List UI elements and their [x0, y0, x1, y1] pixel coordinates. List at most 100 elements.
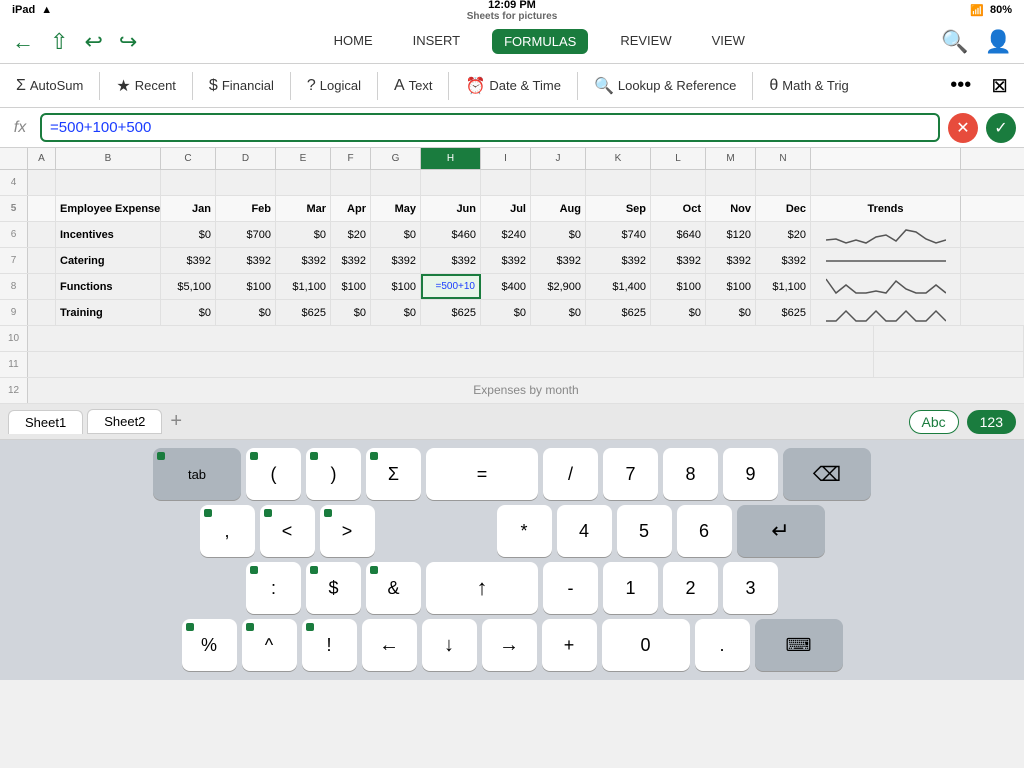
tab-view[interactable]: VIEW: [704, 29, 753, 54]
cell-m4[interactable]: [706, 170, 756, 195]
cell-i4[interactable]: [481, 170, 531, 195]
col-o[interactable]: [811, 148, 961, 169]
col-h[interactable]: H: [421, 148, 481, 169]
cell-l6[interactable]: $640: [651, 222, 706, 247]
cell-i8[interactable]: $400: [481, 274, 531, 299]
period-key[interactable]: .: [695, 619, 750, 671]
slash-key[interactable]: /: [543, 448, 598, 500]
cell-c5[interactable]: Jan: [161, 196, 216, 221]
cell-i5[interactable]: Jul: [481, 196, 531, 221]
cell-trends4[interactable]: [811, 170, 961, 195]
numeric-mode-button[interactable]: 123: [967, 410, 1016, 434]
cell-d7[interactable]: $392: [216, 248, 276, 273]
cell-a6[interactable]: [28, 222, 56, 247]
cell-m6[interactable]: $120: [706, 222, 756, 247]
cell-h9[interactable]: $625: [421, 300, 481, 325]
cell-f9[interactable]: $0: [331, 300, 371, 325]
cell-g7[interactable]: $392: [371, 248, 421, 273]
greater-than-key[interactable]: >: [320, 505, 375, 557]
more-button[interactable]: •••: [942, 70, 979, 101]
return-key[interactable]: ↵: [737, 505, 825, 557]
table-icon[interactable]: ⊠: [983, 69, 1016, 102]
cell-f4[interactable]: [331, 170, 371, 195]
cell-g8[interactable]: $100: [371, 274, 421, 299]
cell-h6[interactable]: $460: [421, 222, 481, 247]
two-key[interactable]: 2: [663, 562, 718, 614]
formula-confirm-button[interactable]: ✓: [986, 113, 1016, 143]
cell-h5[interactable]: Jun: [421, 196, 481, 221]
cell-c9[interactable]: $0: [161, 300, 216, 325]
cell-i6[interactable]: $240: [481, 222, 531, 247]
cell-e9[interactable]: $625: [276, 300, 331, 325]
cell-d5[interactable]: Feb: [216, 196, 276, 221]
cell-n9[interactable]: $625: [756, 300, 811, 325]
cell-c4[interactable]: [161, 170, 216, 195]
cell-e8[interactable]: $1,100: [276, 274, 331, 299]
up-arrow-key[interactable]: ↑: [426, 562, 538, 614]
col-c[interactable]: C: [161, 148, 216, 169]
exclaim-key[interactable]: !: [302, 619, 357, 671]
four-key[interactable]: 4: [557, 505, 612, 557]
close-paren-key[interactable]: ): [306, 448, 361, 500]
cell-c7[interactable]: $392: [161, 248, 216, 273]
upload-icon[interactable]: ⇧: [50, 29, 68, 55]
text-button[interactable]: A Text: [386, 73, 441, 99]
cell-l4[interactable]: [651, 170, 706, 195]
cell-l5[interactable]: Oct: [651, 196, 706, 221]
col-d[interactable]: D: [216, 148, 276, 169]
cell-a7[interactable]: [28, 248, 56, 273]
cell-c6[interactable]: $0: [161, 222, 216, 247]
col-b[interactable]: B: [56, 148, 161, 169]
cell-a9[interactable]: [28, 300, 56, 325]
cell-f5[interactable]: Apr: [331, 196, 371, 221]
cell-g9[interactable]: $0: [371, 300, 421, 325]
cell-d6[interactable]: $700: [216, 222, 276, 247]
cell-b8[interactable]: Functions: [56, 274, 161, 299]
cell-d4[interactable]: [216, 170, 276, 195]
cell-n7[interactable]: $392: [756, 248, 811, 273]
cell-f6[interactable]: $20: [331, 222, 371, 247]
add-sheet-button[interactable]: +: [166, 410, 186, 433]
dollar-key[interactable]: $: [306, 562, 361, 614]
cell-m9[interactable]: $0: [706, 300, 756, 325]
cell-g4[interactable]: [371, 170, 421, 195]
tab-home[interactable]: HOME: [326, 29, 381, 54]
cell-m5[interactable]: Nov: [706, 196, 756, 221]
cell-n6[interactable]: $20: [756, 222, 811, 247]
equals-key[interactable]: =: [426, 448, 538, 500]
autosum-button[interactable]: Σ AutoSum: [8, 73, 91, 99]
tab-insert[interactable]: INSERT: [405, 29, 468, 54]
backspace-key[interactable]: ⌫: [783, 448, 871, 500]
three-key[interactable]: 3: [723, 562, 778, 614]
nine-key[interactable]: 9: [723, 448, 778, 500]
cell-b5[interactable]: Employee Expenses: [56, 196, 161, 221]
cell-g5[interactable]: May: [371, 196, 421, 221]
caret-key[interactable]: ^: [242, 619, 297, 671]
comma-key[interactable]: ,: [200, 505, 255, 557]
recent-button[interactable]: ★ Recent: [108, 72, 184, 100]
math-trig-button[interactable]: θ Math & Trig: [761, 73, 856, 99]
less-than-key[interactable]: <: [260, 505, 315, 557]
cell-f8[interactable]: $100: [331, 274, 371, 299]
cell-f7[interactable]: $392: [331, 248, 371, 273]
left-arrow-key[interactable]: ←: [362, 619, 417, 671]
open-paren-key[interactable]: (: [246, 448, 301, 500]
asterisk-key[interactable]: *: [497, 505, 552, 557]
col-j[interactable]: J: [531, 148, 586, 169]
cell-j7[interactable]: $392: [531, 248, 586, 273]
back-icon[interactable]: ←: [12, 29, 34, 55]
one-key[interactable]: 1: [603, 562, 658, 614]
cell-e6[interactable]: $0: [276, 222, 331, 247]
cell-k9[interactable]: $625: [586, 300, 651, 325]
col-i[interactable]: I: [481, 148, 531, 169]
formula-cancel-button[interactable]: ✕: [948, 113, 978, 143]
col-f[interactable]: F: [331, 148, 371, 169]
plus-key[interactable]: +: [542, 619, 597, 671]
cell-b9[interactable]: Training: [56, 300, 161, 325]
search-icon[interactable]: 🔍: [941, 29, 968, 55]
cell-a8[interactable]: [28, 274, 56, 299]
cell-j6[interactable]: $0: [531, 222, 586, 247]
col-n[interactable]: N: [756, 148, 811, 169]
col-k[interactable]: K: [586, 148, 651, 169]
five-key[interactable]: 5: [617, 505, 672, 557]
